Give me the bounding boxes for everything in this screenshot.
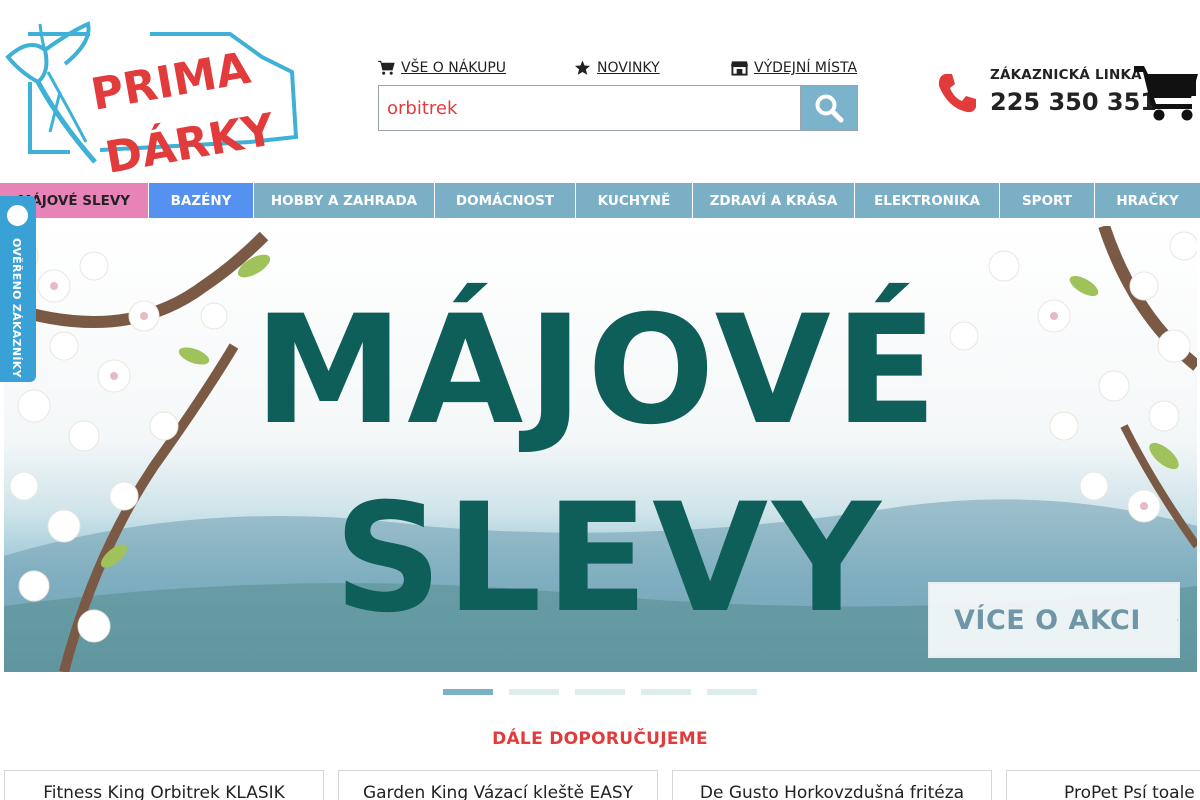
slider-dot[interactable]	[443, 689, 493, 695]
badge-label: OVĚŘENO ZÁKAZNÍKY	[10, 238, 23, 378]
nav-hobby-a-zahrada[interactable]: HOBBY A ZAHRADA	[254, 183, 435, 218]
link-label: VŠE O NÁKUPU	[401, 60, 507, 76]
search-icon	[815, 94, 844, 123]
nav-label: HOBBY A ZAHRADA	[270, 192, 418, 209]
customer-line-label: ZÁKAZNICKÁ LINKA	[990, 67, 1142, 83]
logo[interactable]: PRIMA DÁRKY	[0, 12, 305, 184]
banner-headline-line2: SLEVY	[334, 472, 885, 646]
nav-label: ZDRAVÍ A KRÁSA	[709, 192, 838, 209]
banner-cta-button[interactable]: VÍCE O AKCI	[928, 582, 1180, 658]
nav-label: DOMÁCNOST	[455, 192, 555, 209]
header-links: VŠE O NÁKUPU NOVINKY VÝDEJNÍ MÍSTA	[378, 60, 858, 80]
product-card[interactable]: De Gusto Horkovzdušná fritéza	[672, 770, 992, 800]
product-card[interactable]: Garden King Vázací kleště EASY	[338, 770, 658, 800]
nav-label: HRAČKY	[1116, 192, 1179, 209]
product-card[interactable]: Fitness King Orbitrek KLASIK	[4, 770, 324, 800]
nav-sport[interactable]: SPORT	[1000, 183, 1095, 218]
banner-cta-label: VÍCE O AKCI	[954, 604, 1141, 636]
product-name: De Gusto Horkovzdušná fritéza	[699, 783, 965, 800]
store-icon	[731, 61, 748, 76]
customer-line-number[interactable]: 225 350 351	[990, 88, 1157, 116]
link-label: VÝDEJNÍ MÍSTA	[754, 60, 858, 76]
product-card[interactable]: ProPet Psí toale	[1006, 770, 1200, 800]
nav-label: ELEKTRONIKA	[874, 192, 980, 209]
slider-dots	[443, 689, 757, 695]
product-name: Fitness King Orbitrek KLASIK	[43, 783, 285, 800]
chevron-right-icon	[1176, 619, 1178, 621]
verified-seal-icon	[5, 203, 30, 228]
verified-customers-badge[interactable]: OVĚŘENO ZÁKAZNÍKY	[0, 196, 36, 382]
nav-label: KUCHYNĚ	[597, 192, 671, 209]
slider-dot[interactable]	[509, 689, 559, 695]
nav-elektronika[interactable]: ELEKTRONIKA	[855, 183, 1000, 218]
product-name: Garden King Vázací kleště EASY	[362, 783, 634, 800]
search-button[interactable]	[800, 86, 857, 130]
phone-icon	[938, 74, 976, 113]
category-nav: MÁJOVÉ SLEVY BAZÉNY HOBBY A ZAHRADA DOMÁ…	[0, 183, 1200, 218]
logo-line1: PRIMA	[87, 43, 254, 121]
link-vse-o-nakupu[interactable]: VŠE O NÁKUPU	[378, 60, 506, 76]
product-name: ProPet Psí toale	[1064, 783, 1195, 800]
hero-banner[interactable]: MÁJOVÉ SLEVY VÍCE O AKCI	[4, 226, 1197, 672]
shopping-cart-icon[interactable]	[1134, 62, 1200, 122]
nav-kuchyne[interactable]: KUCHYNĚ	[576, 183, 693, 218]
slider-dot[interactable]	[641, 689, 691, 695]
nav-label: SPORT	[1021, 192, 1073, 209]
nav-domacnost[interactable]: DOMÁCNOST	[435, 183, 576, 218]
recommend-section-title: DÁLE DOPORUČUJEME	[492, 729, 708, 749]
slider-dot[interactable]	[575, 689, 625, 695]
search-input[interactable]	[379, 86, 800, 130]
link-vydejni-mista[interactable]: VÝDEJNÍ MÍSTA	[731, 60, 857, 76]
banner-headline-line1: MÁJOVÉ	[254, 284, 942, 458]
nav-label: BAZÉNY	[170, 192, 232, 209]
link-novinky[interactable]: NOVINKY	[574, 60, 660, 76]
cart-icon	[378, 60, 395, 75]
slider-dot[interactable]	[707, 689, 757, 695]
search-bar	[378, 85, 858, 131]
star-icon	[574, 60, 591, 75]
nav-bazeny[interactable]: BAZÉNY	[149, 183, 254, 218]
nav-hracky[interactable]: HRAČKY	[1095, 183, 1200, 218]
nav-zdravi-a-krasa[interactable]: ZDRAVÍ A KRÁSA	[693, 183, 855, 218]
link-label: NOVINKY	[597, 60, 660, 76]
